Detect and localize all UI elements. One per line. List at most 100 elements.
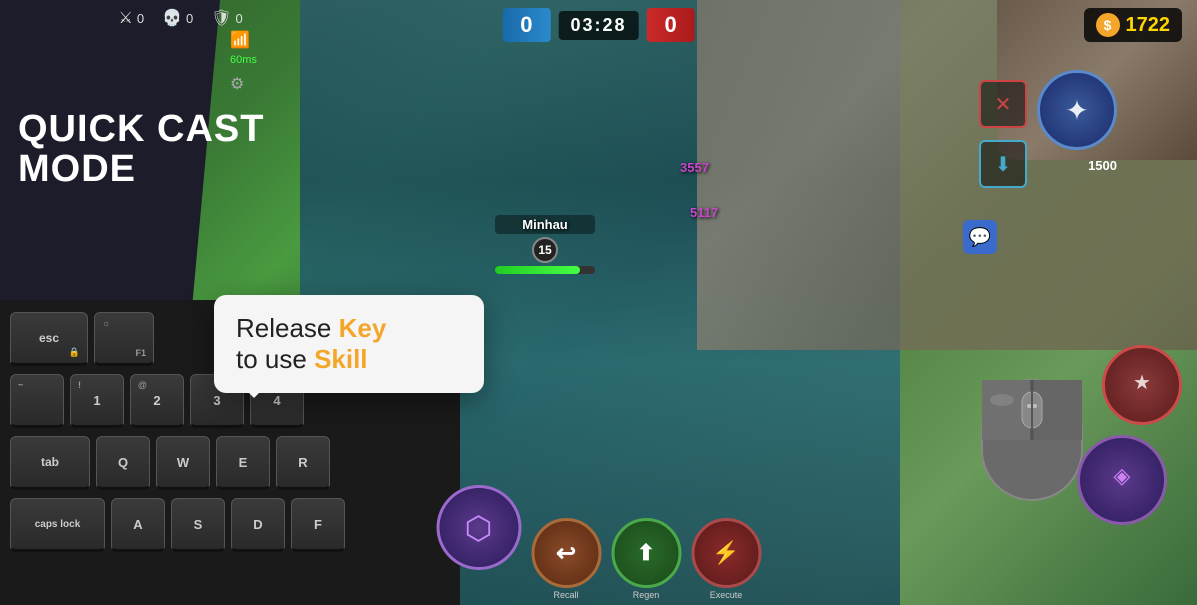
score-blue: 0 — [502, 8, 550, 42]
key-e[interactable]: E — [216, 436, 270, 490]
player-name: Minhau — [495, 215, 595, 234]
hp-bar — [495, 266, 595, 274]
tooltip-line1-highlight: Key — [339, 313, 387, 343]
sword-icon: ⚔ — [119, 8, 133, 28]
network-status: 📶 60ms ⚙ — [230, 30, 257, 94]
chat-icon-symbol: 💬 — [969, 227, 991, 248]
e-label: E — [239, 455, 248, 470]
skill-button-secondary[interactable]: ★ — [1102, 345, 1182, 425]
key-tilde[interactable]: ~ — [10, 374, 64, 428]
skill-active-visual: ✦ — [1065, 94, 1088, 127]
gold-symbol: $ — [1104, 17, 1112, 33]
title-line2: MODE — [18, 150, 264, 190]
skill-button-tertiary[interactable]: ◈ — [1077, 435, 1167, 525]
key-f1[interactable]: ☼ F1 — [94, 312, 154, 366]
lock-icon: 🔒 — [69, 347, 80, 358]
skill-value-label: 1500 — [1088, 158, 1117, 173]
skill-active-icon-symbol: ⬡ — [465, 509, 493, 547]
f-label: F — [314, 517, 322, 532]
skill-bar: ⬡ ↩ Recall ⬆ Regen ⚡ Execute — [436, 485, 761, 600]
tilde-label: ~ — [18, 380, 23, 390]
s-label: S — [194, 517, 203, 532]
two-label: 2 — [153, 393, 160, 408]
key-r[interactable]: R — [276, 436, 330, 490]
key-caps-lock[interactable]: caps lock — [10, 498, 105, 552]
shield-icon: 🛡 — [211, 8, 231, 28]
four-label: 4 — [273, 393, 280, 408]
down-icon: ⬇ — [995, 152, 1012, 177]
game-timer: 03:28 — [558, 11, 638, 40]
skill-tertiary-icon: ◈ — [1080, 463, 1164, 489]
ping-text: 60ms — [230, 54, 257, 66]
skill-wrapper-regen: ⬆ Regen — [611, 518, 681, 600]
kill-stats-bar: ⚔ 0 💀 0 🛡 0 — [119, 8, 243, 28]
wifi-icon: 📶 — [230, 30, 257, 50]
tooltip-line2-highlight: Skill — [314, 344, 367, 374]
keyboard-row-3: tab Q W E R — [10, 436, 330, 490]
key-2[interactable]: @ 2 — [130, 374, 184, 428]
sword-stat: ⚔ 0 — [119, 8, 145, 28]
chat-button[interactable]: 💬 — [963, 220, 997, 254]
hud-top-center: 0 03:28 0 — [502, 8, 695, 42]
skill-active-button[interactable]: ⬡ — [436, 485, 521, 570]
brightness-icon: ☼ — [102, 318, 110, 328]
caps-label: caps lock — [35, 519, 81, 530]
a-label: A — [133, 517, 142, 532]
kill-count-red: 0 — [236, 11, 243, 26]
recall-button[interactable]: ⬇ — [979, 140, 1027, 188]
execute-label: Execute — [710, 590, 743, 600]
key-f[interactable]: F — [291, 498, 345, 552]
skill-execute-button[interactable]: ⚡ — [691, 518, 761, 588]
key-d[interactable]: D — [231, 498, 285, 552]
skill-wrapper-recall: ↩ Recall — [531, 518, 601, 600]
tooltip-box: Release Key to use Skill — [214, 295, 484, 393]
key-1[interactable]: ! 1 — [70, 374, 124, 428]
skill-regen-button[interactable]: ⬆ — [611, 518, 681, 588]
key-esc[interactable]: esc 🔒 — [10, 312, 88, 366]
skull-stat: 💀 0 — [162, 8, 193, 28]
three-label: 3 — [213, 393, 220, 408]
shield-stat: 🛡 0 — [211, 8, 243, 28]
title: QUICK CAST MODE — [18, 110, 264, 190]
q-label: Q — [118, 455, 128, 470]
gold-icon: $ — [1096, 13, 1120, 37]
key-s[interactable]: S — [171, 498, 225, 552]
w-label: W — [177, 455, 189, 470]
player-level: 15 — [532, 237, 558, 263]
excl-label: ! — [78, 380, 81, 390]
tooltip-line1-text: Release — [236, 313, 339, 343]
keyboard-row-4: caps lock A S D F — [10, 498, 345, 552]
damage-number-1: 3557 — [680, 160, 709, 175]
one-label: 1 — [93, 393, 100, 408]
at-label: @ — [138, 380, 147, 390]
skill-secondary-icon: ★ — [1105, 370, 1179, 395]
cancel-skill-button[interactable]: ✕ — [979, 80, 1027, 128]
tooltip-line1: Release Key — [236, 313, 462, 344]
settings-icon: ⚙ — [230, 74, 257, 94]
tooltip-line2-text: to use — [236, 344, 314, 374]
skill-wrapper-active: ⬡ — [436, 485, 521, 570]
title-line1: QUICK CAST — [18, 110, 264, 150]
kill-count-skull: 0 — [186, 11, 193, 26]
regen-icon: ⬆ — [637, 540, 655, 566]
key-w[interactable]: W — [156, 436, 210, 490]
f1-label: F1 — [135, 348, 146, 358]
skull-icon: 💀 — [162, 8, 182, 28]
regen-label: Regen — [633, 590, 660, 600]
skill-active-icon[interactable]: ✦ — [1037, 70, 1117, 150]
r-label: R — [298, 455, 307, 470]
key-q[interactable]: Q — [96, 436, 150, 490]
damage-number-2: 5117 — [690, 205, 718, 220]
d-label: D — [253, 517, 262, 532]
skill-recall-button[interactable]: ↩ — [531, 518, 601, 588]
gold-display: $ 1722 — [1084, 8, 1183, 42]
key-tab[interactable]: tab — [10, 436, 90, 490]
tab-label: tab — [41, 455, 59, 469]
key-a[interactable]: A — [111, 498, 165, 552]
tooltip-line2: to use Skill — [236, 344, 462, 375]
execute-icon: ⚡ — [712, 540, 739, 566]
keyboard-row-1: esc 🔒 ☼ F1 — [10, 312, 154, 366]
esc-label: esc — [39, 331, 59, 345]
score-red: 0 — [647, 8, 695, 42]
player-nameplate: Minhau 15 — [495, 215, 595, 274]
